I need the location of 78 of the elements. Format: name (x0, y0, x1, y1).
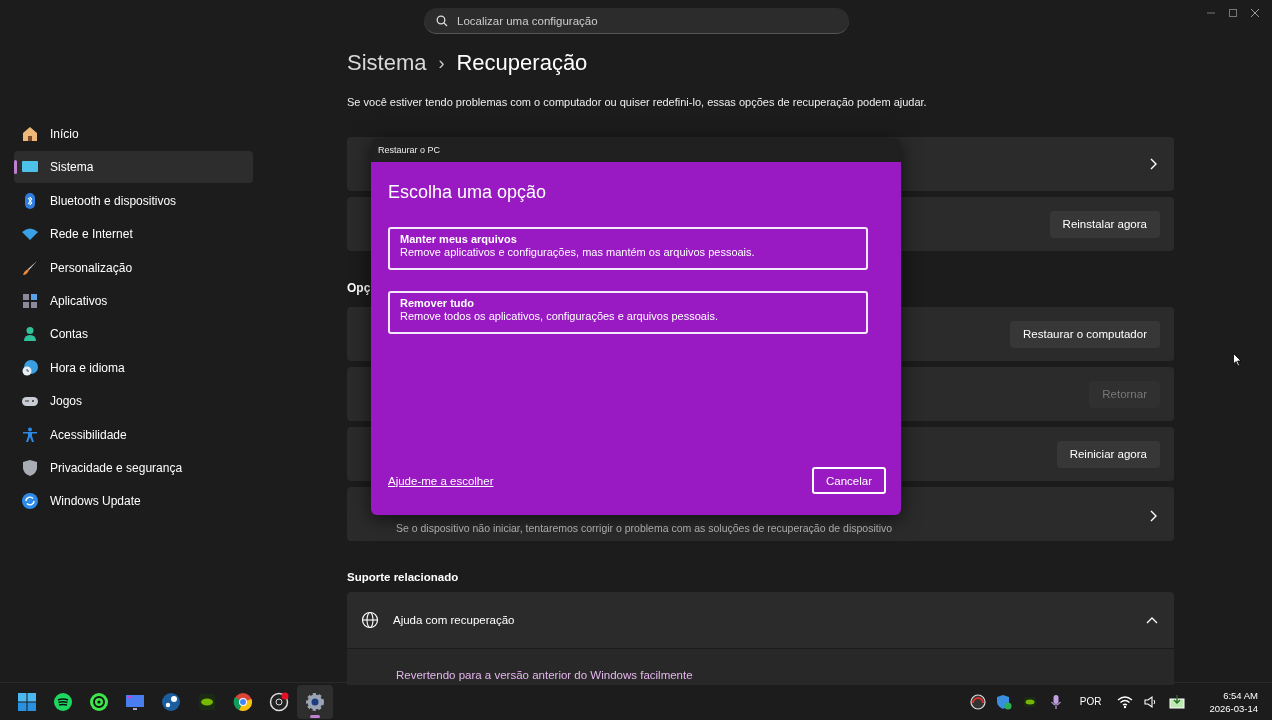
apps-icon (22, 292, 38, 309)
sidebar-item[interactable]: Aplicativos (14, 284, 253, 317)
help-link[interactable]: Ajude-me a escolher (388, 474, 494, 487)
sidebar-item[interactable]: Bluetooth e dispositivos (14, 184, 253, 217)
browser-app-icon[interactable] (233, 692, 252, 711)
eye-app-icon[interactable] (199, 693, 215, 710)
security-shield-icon[interactable] (995, 693, 1012, 710)
card-description: Se o dispositivo não iniciar, tentaremos corrigir o problema com as soluções de recuperação de dispositivo (396, 522, 893, 534)
sidebar-item[interactable]: Início (14, 118, 253, 150)
sidebar-label: Hora e idioma (50, 360, 125, 375)
search-icon (436, 14, 448, 27)
sidebar-label: Windows Update (50, 494, 141, 509)
gauge-icon[interactable] (969, 693, 986, 710)
chevron-right-icon (1148, 158, 1158, 170)
windows-logo-icon[interactable] (18, 692, 36, 711)
dialog-title: Restaurar o PC (378, 145, 441, 155)
action-button[interactable]: Restaurar o computador (1010, 320, 1160, 348)
wifi-icon (22, 226, 38, 243)
sidebar-item[interactable]: Windows Update (14, 485, 253, 518)
shield-icon (22, 459, 38, 476)
wifi-icon[interactable] (1117, 693, 1134, 710)
cancel-button[interactable]: Cancelar (811, 467, 886, 494)
selection-indicator (14, 160, 17, 175)
search-field[interactable]: Localizar uma configuração (424, 8, 849, 34)
battery-charging-icon[interactable] (1169, 693, 1186, 710)
language-indicator[interactable]: POR (1079, 696, 1102, 707)
page-title: Recuperação (456, 50, 588, 76)
option-button[interactable]: Manter meus arquivos Remove aplicativos e configurações, mas mantém os arquivos pessoais. (388, 227, 868, 270)
sidebar-label: Aplicativos (50, 293, 108, 308)
accessibility-icon (22, 426, 38, 443)
expander-header[interactable]: Ajuda com recuperação (347, 592, 1174, 648)
person-icon (22, 326, 38, 343)
sidebar-label: Rede e Internet (50, 227, 133, 242)
sidebar-item[interactable]: Acessibilidade (14, 418, 253, 451)
mouse-cursor-icon (1233, 353, 1242, 367)
section-heading: Suporte relacionado (347, 571, 460, 583)
sidebar-label: Privacidade e segurança (50, 460, 183, 475)
help-link[interactable]: Revertendo para a versão anterior do Windows facilmente (396, 669, 693, 681)
expander-title: Ajuda com recuperação (393, 614, 516, 626)
ring-app-icon[interactable] (90, 692, 108, 711)
clock-time[interactable]: 6:54 AM (1223, 689, 1258, 701)
close-icon[interactable] (1250, 8, 1260, 18)
section-heading: Opç (347, 281, 372, 297)
breadcrumb-parent[interactable]: Sistema (347, 50, 427, 76)
sidebar-label: Sistema (50, 160, 94, 175)
sidebar-item[interactable]: Jogos (14, 385, 253, 418)
sidebar-label: Contas (50, 327, 89, 342)
breadcrumb-separator: › (438, 52, 445, 74)
brush-icon (22, 259, 38, 276)
sidebar-item[interactable]: Personalização (14, 251, 253, 284)
sidebar-item[interactable]: Contas (14, 318, 253, 351)
music-app-icon[interactable] (54, 692, 72, 711)
home-icon (22, 126, 38, 142)
action-button[interactable]: Reinstalar agora (1049, 210, 1160, 238)
sidebar-label: Acessibilidade (50, 427, 127, 442)
bluetooth-icon (22, 192, 38, 209)
taskbar-button[interactable] (297, 684, 333, 719)
option-button[interactable]: Remover tudo Remove todos os aplicativos, configurações e arquivos pessoais. (388, 291, 868, 334)
dialog-heading: Escolha uma opção (388, 182, 548, 203)
sidebar-item[interactable]: Privacidade e segurança (14, 451, 253, 484)
maximize-icon[interactable] (1228, 8, 1238, 18)
page-description: Se você estiver tendo problemas com o computador ou quiser redefini-lo, essas opções de recuperação podem ajudar. (347, 96, 928, 108)
globe-icon (361, 611, 379, 629)
clock-date[interactable]: 2026-03-14 (1209, 702, 1258, 714)
action-button[interactable]: Reiniciar agora (1056, 440, 1160, 468)
chevron-right-icon (1148, 509, 1158, 522)
sidebar-item[interactable]: Rede e Internet (14, 218, 253, 251)
sidebar-label: Personalização (50, 260, 133, 275)
sidebar-item[interactable]: Sistema (14, 151, 253, 184)
active-indicator (310, 714, 320, 718)
sidebar-item[interactable]: Hora e idioma (14, 351, 253, 384)
sidebar-label: Início (50, 127, 79, 141)
update-icon (22, 493, 38, 510)
monitor-app-icon[interactable] (126, 694, 144, 710)
sidebar-label: Jogos (50, 394, 83, 409)
sidebar-label: Bluetooth e dispositivos (50, 193, 177, 208)
settings-icon[interactable] (306, 692, 324, 711)
chevron-up-icon (1146, 616, 1158, 624)
